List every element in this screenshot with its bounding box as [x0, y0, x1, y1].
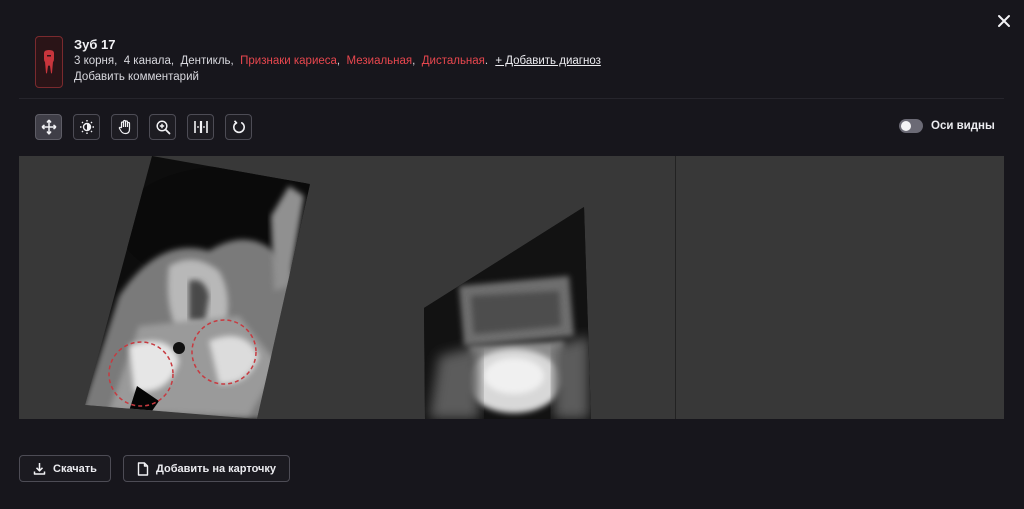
- add-diagnosis-link[interactable]: + Добавить диагноз: [495, 55, 601, 67]
- dentin-text: Дентикль,: [180, 55, 234, 67]
- axes-visible-toggle[interactable]: Оси видны: [899, 119, 995, 133]
- canals-text: 4 канала,: [123, 55, 175, 67]
- add-to-card-label: Добавить на карточку: [156, 462, 277, 475]
- move-tool-button[interactable]: [35, 114, 62, 140]
- zoom-icon: [155, 120, 170, 135]
- close-icon: [998, 15, 1010, 27]
- page-title: Зуб 17: [74, 37, 116, 52]
- measure-icon: [193, 121, 208, 133]
- roots-text: 3 корня,: [74, 55, 118, 67]
- add-to-card-button[interactable]: Добавить на карточку: [123, 455, 291, 482]
- close-button[interactable]: [995, 12, 1013, 30]
- ct-viewer[interactable]: [19, 156, 1004, 419]
- download-button[interactable]: Скачать: [19, 455, 111, 482]
- divider: [19, 98, 1004, 99]
- tooth-badge: [35, 36, 63, 88]
- ct-slices-image: [85, 156, 591, 419]
- axes-visible-label: Оси видны: [931, 120, 995, 132]
- brightness-icon: [79, 120, 94, 134]
- caries-text: Признаки кариеса: [240, 55, 337, 67]
- tooth-details: 3 корня, 4 канала, Дентикль, Признаки ка…: [74, 55, 601, 67]
- toggle-switch[interactable]: [899, 119, 923, 133]
- pan-tool-button[interactable]: [111, 114, 138, 140]
- reset-tool-button[interactable]: [225, 114, 252, 140]
- add-comment-link[interactable]: Добавить комментарий: [74, 71, 199, 83]
- viewer-separator: [675, 156, 676, 419]
- document-icon: [137, 461, 149, 476]
- measure-tool-button[interactable]: [187, 114, 214, 140]
- download-icon: [33, 463, 46, 475]
- coronal-slice: [424, 207, 591, 419]
- brightness-tool-button[interactable]: [73, 114, 100, 140]
- download-label: Скачать: [53, 462, 97, 475]
- move-icon: [41, 119, 56, 135]
- zoom-tool-button[interactable]: [149, 114, 176, 140]
- toolbar: [35, 114, 252, 140]
- pan-hand-icon: [118, 119, 130, 135]
- sagittal-slice: [85, 156, 310, 419]
- distal-text: Дистальная: [421, 55, 485, 67]
- tooth-icon: [44, 50, 54, 74]
- mesial-text: Мезиальная: [346, 55, 413, 67]
- rotate-icon: [232, 120, 245, 134]
